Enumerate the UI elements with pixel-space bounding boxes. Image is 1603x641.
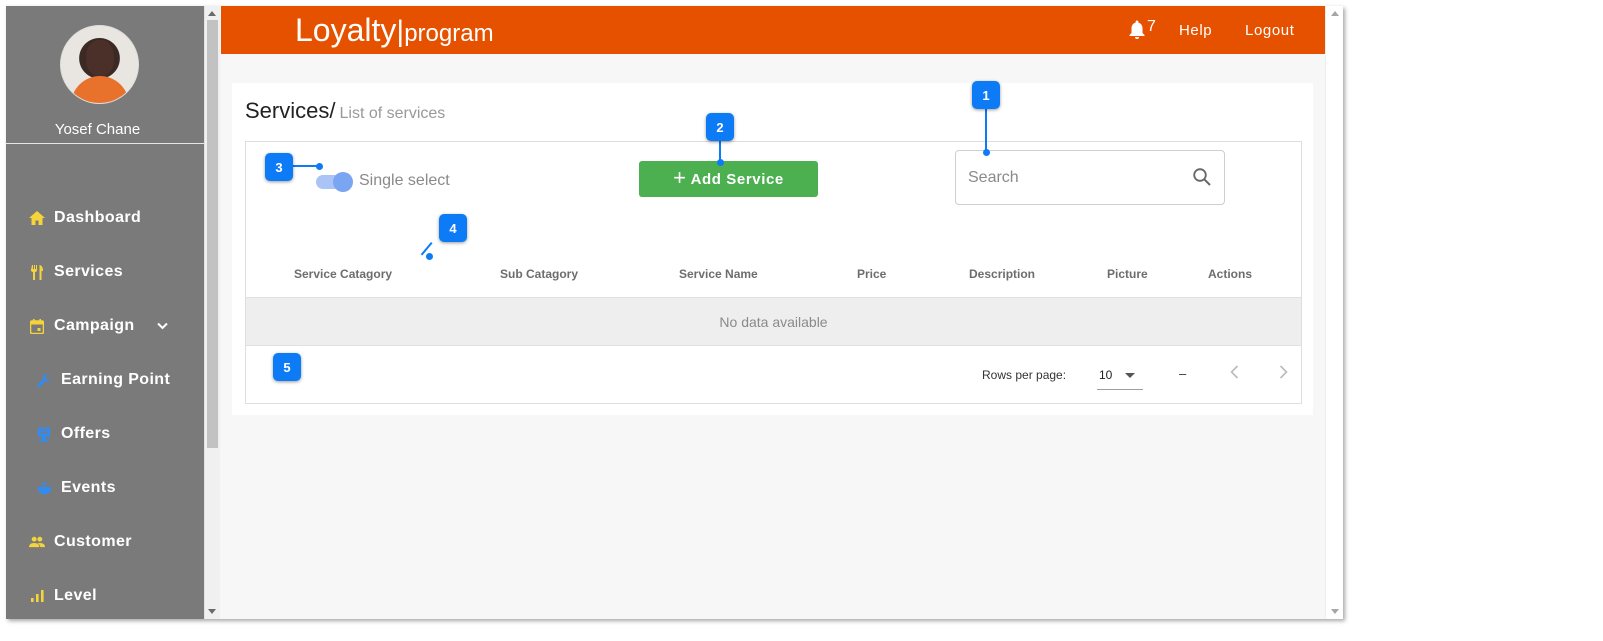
empty-table-message: No data available <box>246 297 1301 346</box>
wrench-icon <box>36 372 52 388</box>
callout-anchor <box>983 149 990 156</box>
column-header-service-category[interactable]: Service Catagory <box>294 267 392 281</box>
sidebar-item-services[interactable]: Services <box>6 250 204 294</box>
sidebar-item-label: Level <box>54 587 97 604</box>
sidebar-item-level[interactable]: Level <box>6 574 204 618</box>
sidebar-scrollbar[interactable] <box>204 6 220 619</box>
column-header-price[interactable]: Price <box>857 267 886 281</box>
callout-anchor <box>316 163 323 170</box>
sidebar-item-label: Events <box>61 479 116 496</box>
sidebar-item-earning-point[interactable]: Earning Point <box>6 358 204 402</box>
callout-marker-4: 4 <box>439 214 467 242</box>
scroll-down-arrow-icon[interactable] <box>208 609 216 614</box>
logout-link[interactable]: Logout <box>1245 22 1294 39</box>
single-select-toggle[interactable] <box>316 171 353 192</box>
add-service-label: Add Service <box>690 170 784 188</box>
fork-knife-icon <box>29 264 45 280</box>
scrollbar-thumb[interactable] <box>207 20 218 448</box>
page-title: Services/List of services <box>245 98 445 124</box>
services-table-panel: Single select + Add Service Search Servi… <box>245 141 1302 404</box>
callout-anchor <box>717 159 724 166</box>
sidebar-item-label: Campaign <box>54 317 135 334</box>
scroll-up-arrow-icon[interactable] <box>208 11 216 16</box>
add-service-button[interactable]: + Add Service <box>639 161 818 197</box>
main-scrollbar[interactable] <box>1325 6 1343 619</box>
page-subtitle: List of services <box>339 105 446 122</box>
avatar[interactable] <box>60 25 139 104</box>
column-header-picture[interactable]: Picture <box>1107 267 1148 281</box>
scroll-down-arrow-icon[interactable] <box>1331 609 1339 614</box>
bar-chart-icon <box>29 588 45 604</box>
top-bar: Loyalty|program 7 Help Logout <box>221 6 1325 54</box>
callout-marker-1: 1 <box>972 81 1000 109</box>
help-link[interactable]: Help <box>1179 22 1212 39</box>
sidebar-item-dashboard[interactable]: Dashboard <box>6 196 204 240</box>
rows-per-page-label: Rows per page: <box>982 368 1067 382</box>
single-select-label: Single select <box>359 172 450 189</box>
table-header: Service Catagory Sub Catagory Service Na… <box>246 257 1301 297</box>
chevron-right-icon <box>1279 364 1288 384</box>
callout-connector <box>985 108 987 152</box>
chevron-left-icon <box>1229 364 1239 384</box>
sidebar: Yosef Chane Dashboard Services Campaign <box>6 6 204 619</box>
column-header-sub-category[interactable]: Sub Catagory <box>500 267 578 281</box>
user-name: Yosef Chane <box>54 121 141 138</box>
services-card: Services/List of services Single select … <box>232 83 1313 415</box>
page-title-main: Services/ <box>245 98 336 123</box>
brand-logo[interactable]: Loyalty|program <box>295 12 494 49</box>
notification-count: 7 <box>1147 18 1156 35</box>
search-field[interactable]: Search <box>955 150 1225 205</box>
sidebar-item-customer[interactable]: Customer <box>6 520 204 564</box>
offers-icon <box>36 426 52 442</box>
sidebar-item-offers[interactable]: Offers <box>6 412 204 456</box>
plus-icon: + <box>673 165 687 190</box>
column-header-service-name[interactable]: Service Name <box>679 267 758 281</box>
bell-icon <box>1129 20 1145 44</box>
sidebar-item-campaign[interactable]: Campaign <box>6 304 204 348</box>
callout-marker-3: 3 <box>265 153 293 181</box>
search-icon[interactable] <box>1192 167 1212 192</box>
sidebar-item-label: Services <box>54 263 124 280</box>
sidebar-item-label: Dashboard <box>54 209 142 226</box>
callout-anchor <box>426 253 433 260</box>
brand-sub: program <box>404 20 494 47</box>
people-icon <box>29 534 45 550</box>
callout-marker-5: 5 <box>273 353 301 381</box>
scroll-up-arrow-icon[interactable] <box>1331 11 1339 16</box>
column-header-actions[interactable]: Actions <box>1208 267 1252 281</box>
sidebar-item-label: Offers <box>61 425 111 442</box>
next-page-button[interactable] <box>1272 362 1294 386</box>
previous-page-button[interactable] <box>1223 362 1245 386</box>
notifications-button[interactable]: 7 <box>1129 18 1156 44</box>
rows-per-page-select[interactable]: 10 <box>1097 362 1143 390</box>
callout-marker-2: 2 <box>706 113 734 141</box>
sidebar-item-label: Customer <box>54 533 132 550</box>
search-placeholder: Search <box>968 169 1019 186</box>
chevron-down-icon[interactable] <box>156 317 168 335</box>
sidebar-item-events[interactable]: Events <box>6 466 204 510</box>
pagination-range: – <box>1179 366 1187 381</box>
column-header-description[interactable]: Description <box>969 267 1035 281</box>
sidebar-divider <box>6 143 204 144</box>
brand-main: Loyalty <box>295 12 397 48</box>
home-icon <box>29 210 45 226</box>
caret-down-icon <box>1125 373 1135 378</box>
sidebar-item-label: Earning Point <box>61 371 171 388</box>
rows-per-page-value: 10 <box>1099 368 1113 382</box>
app-window: Yosef Chane Dashboard Services Campaign <box>6 6 1343 619</box>
calendar-icon <box>29 318 45 334</box>
events-icon <box>36 480 52 496</box>
